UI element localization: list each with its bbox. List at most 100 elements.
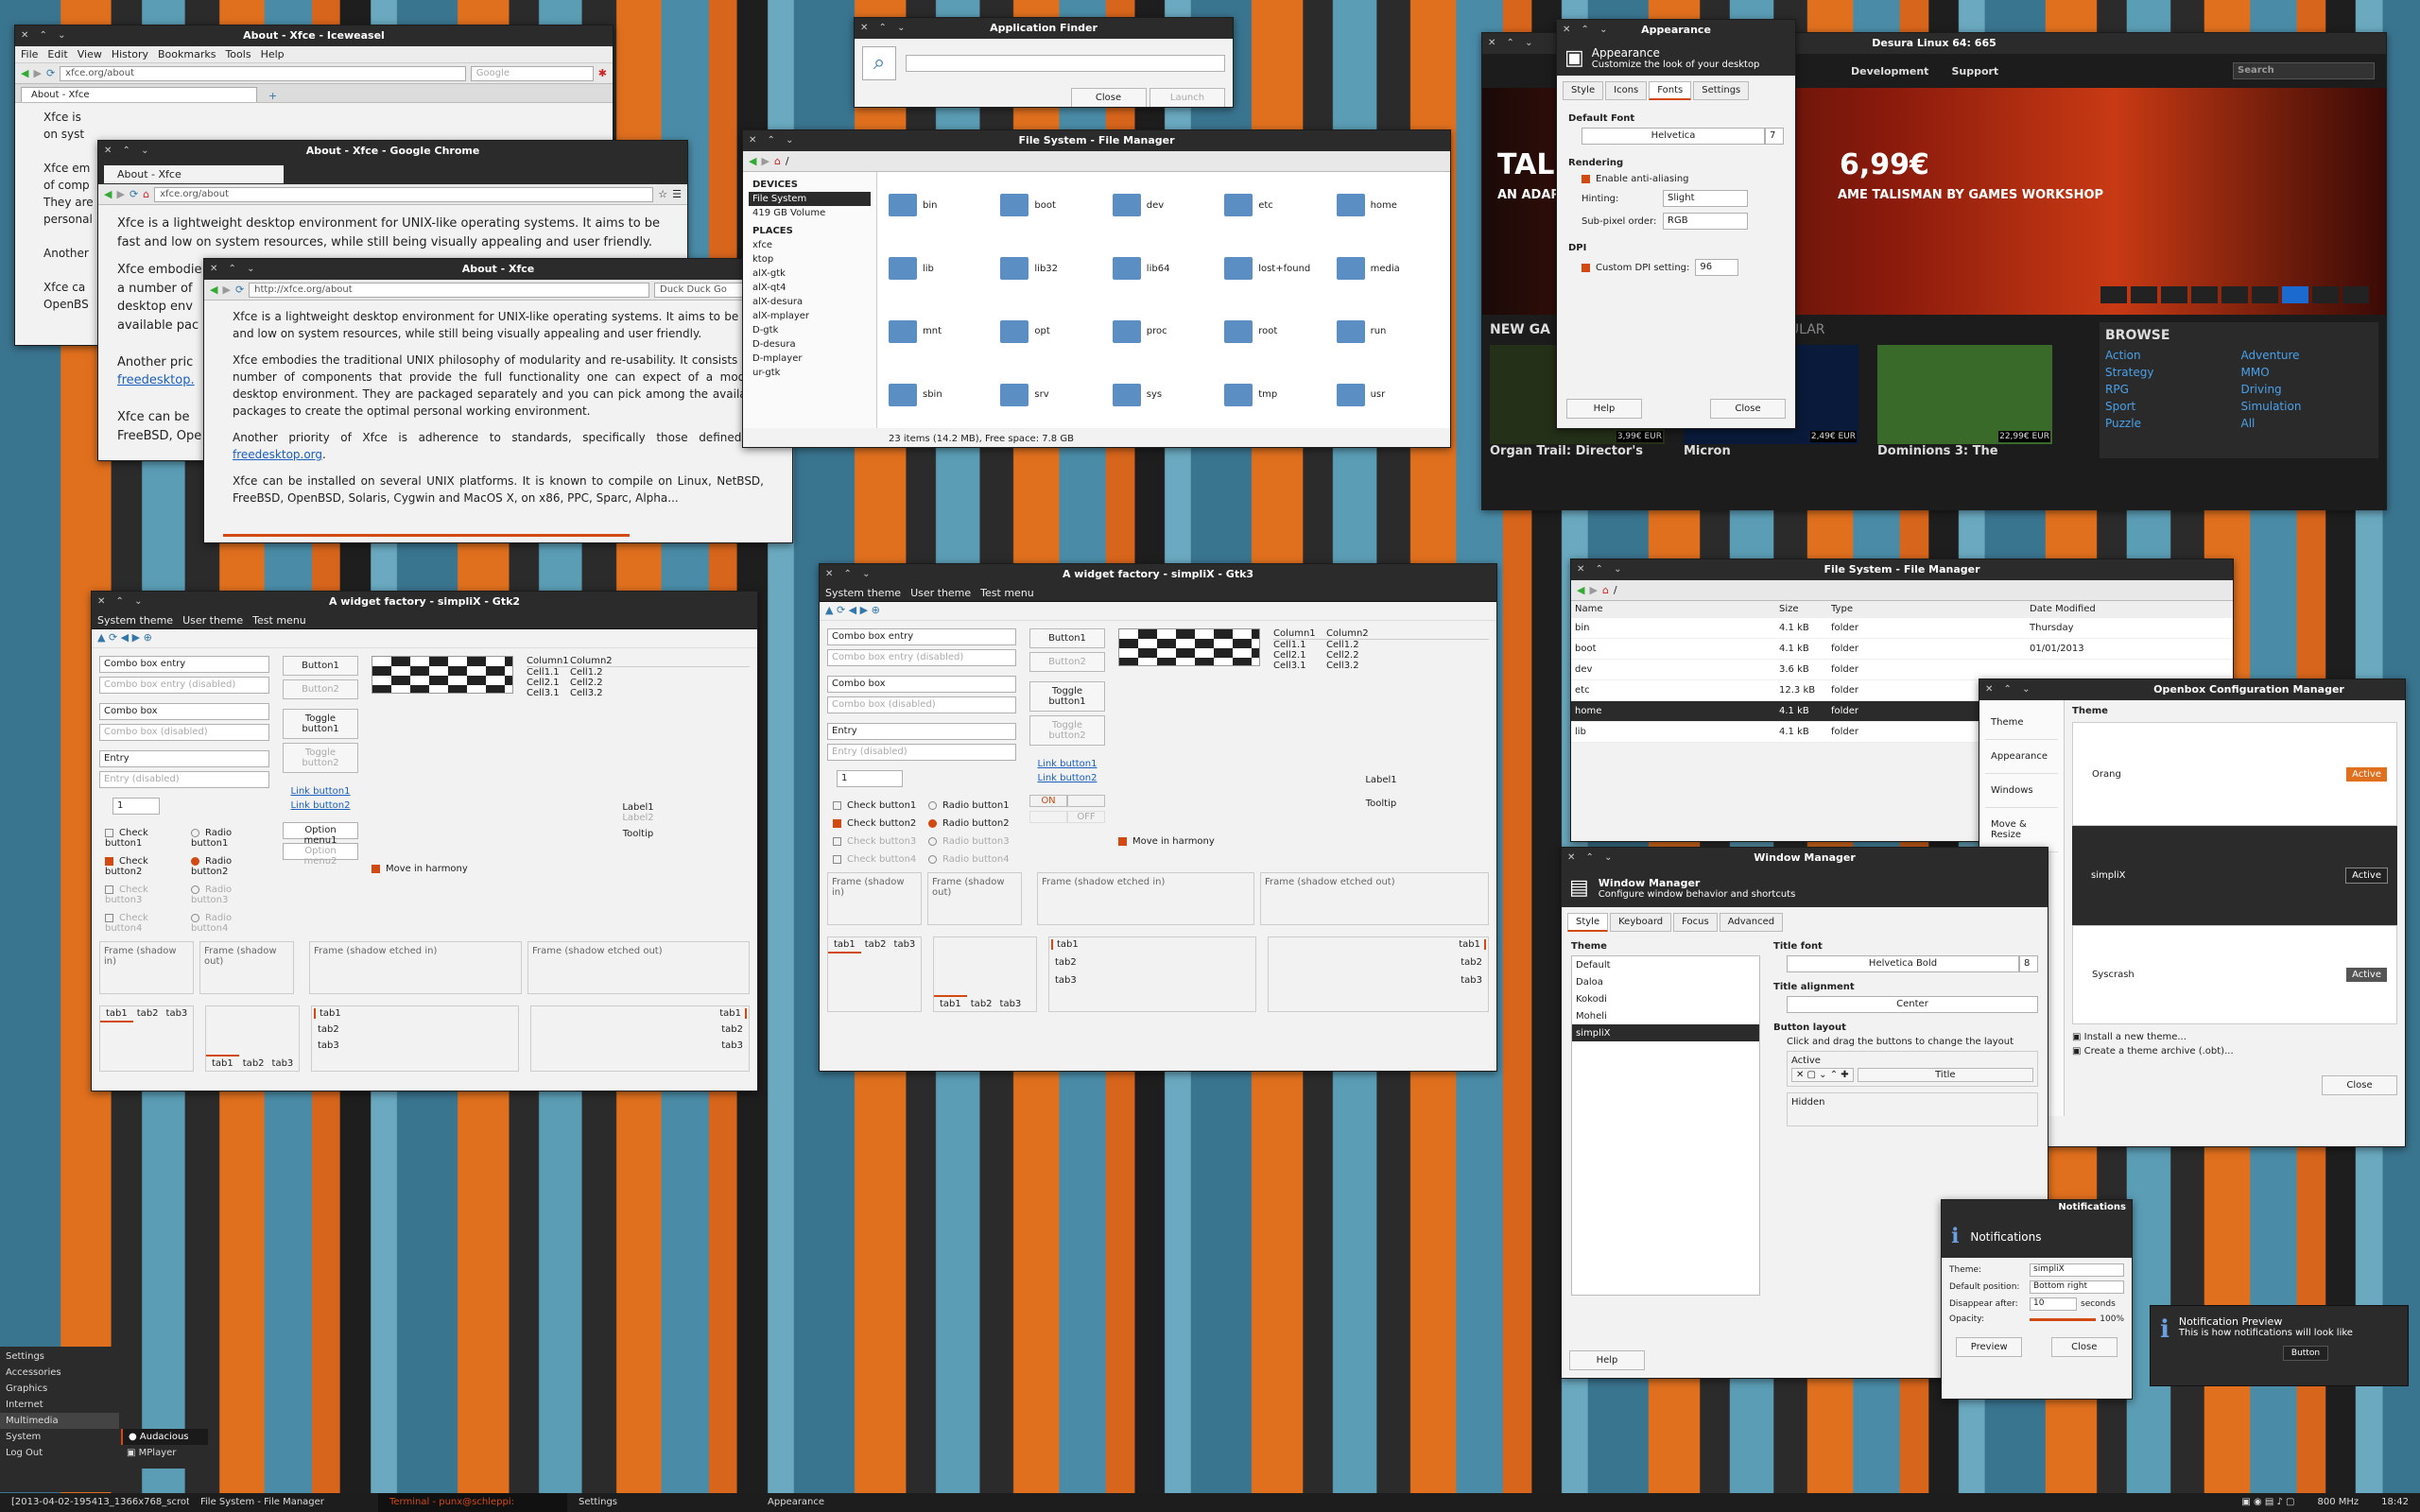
theme-item-selected[interactable]: simpliX (1572, 1024, 1759, 1041)
close-button[interactable]: Close (2050, 1337, 2118, 1357)
sidebar-item[interactable]: xfce (749, 238, 871, 252)
title-font-button[interactable]: Helvetica Bold (1787, 955, 2019, 972)
home-icon[interactable]: ⌂ (1602, 584, 1609, 596)
tab-2[interactable]: tab2 (133, 1006, 163, 1021)
window-controls[interactable]: ✕ ⌃ ⌄ (1488, 33, 1537, 54)
midori-titlebar[interactable]: ✕ ⌃ ⌄ About - Xfce (204, 259, 792, 280)
cell[interactable]: Cell2.2 (1326, 650, 1359, 661)
theme-row[interactable]: Syscrash Active (2072, 925, 2397, 1024)
radio-button-1[interactable]: Radio button1 (191, 828, 269, 849)
harmony-checkbox[interactable] (372, 864, 380, 873)
theme-select[interactable]: simpliX (2030, 1263, 2124, 1277)
menu-user-theme[interactable]: User theme (910, 587, 971, 599)
tab-2[interactable]: tab2 (1461, 957, 1486, 968)
browse-adventure[interactable]: Adventure (2241, 349, 2374, 362)
checkbox[interactable] (833, 818, 841, 828)
addon-icon[interactable]: ✱ (598, 67, 607, 79)
sidebar-item-theme[interactable]: Theme (1985, 706, 2058, 740)
col-name[interactable]: Name (1571, 604, 1779, 614)
cell[interactable]: Cell3.1 (527, 688, 570, 698)
radio[interactable] (191, 856, 199, 866)
tab-3[interactable]: tab3 (1461, 975, 1486, 986)
folder-item[interactable]: media (1336, 247, 1439, 291)
freedesktop-link[interactable]: freedesktop.org (233, 448, 322, 461)
tab-1[interactable]: tab1 (314, 1008, 516, 1019)
menu-item[interactable]: Accessories (0, 1365, 119, 1381)
title-alignment-select[interactable]: Center (1787, 996, 2038, 1013)
tab-3[interactable]: tab3 (314, 1040, 516, 1051)
menu-item[interactable]: Internet (0, 1397, 119, 1413)
hinting-select[interactable]: Slight (1663, 190, 1748, 207)
radio-button-2[interactable]: Radio button2 (928, 818, 1016, 829)
home-icon[interactable]: ⌂ (143, 188, 149, 200)
font-size[interactable]: 7 (1765, 128, 1784, 145)
help-button[interactable]: Help (1569, 1350, 1645, 1370)
folder-item[interactable]: lib64 (1112, 247, 1215, 291)
sidebar-item[interactable]: D-mplayer (749, 352, 871, 366)
column-header[interactable]: Column1 (527, 656, 570, 666)
radio-button-1[interactable]: Radio button1 (928, 800, 1016, 811)
switch-off[interactable] (1067, 795, 1105, 807)
tab-3[interactable]: tab3 (996, 997, 1026, 1011)
folder-item[interactable]: tmp (1224, 372, 1326, 417)
preview-button[interactable]: Preview (1956, 1337, 2023, 1357)
forward-icon[interactable]: ▶ (761, 155, 769, 167)
combo-box[interactable]: Combo box (827, 676, 1016, 693)
folder-item[interactable]: etc (1224, 183, 1326, 228)
desura-search[interactable]: Search (2233, 62, 2375, 79)
cell[interactable]: Cell3.2 (570, 688, 603, 698)
install-theme-button[interactable]: ▣ Install a new theme... (2072, 1032, 2397, 1042)
tab-1[interactable]: tab1 (719, 1008, 747, 1019)
folder-item[interactable]: usr (1336, 372, 1439, 417)
cell[interactable]: Cell3.1 (1273, 661, 1326, 671)
menu-item[interactable]: Graphics (0, 1381, 119, 1397)
nav-support[interactable]: Support (1951, 65, 1998, 77)
combo-box[interactable]: Combo box (99, 703, 269, 720)
tab-1[interactable]: tab1 (206, 1055, 239, 1071)
forward-icon[interactable]: ▶ (33, 67, 41, 79)
url-bar[interactable]: http://xfce.org/about (249, 282, 649, 298)
window-controls[interactable]: ✕ ⌃ ⌄ (1567, 848, 1616, 868)
theme-row-selected[interactable]: simpliX Active (2072, 826, 2397, 925)
back-icon[interactable]: ◀ (21, 67, 28, 79)
column-header[interactable]: Column1 (1273, 628, 1326, 639)
folder-item[interactable]: lib (889, 247, 991, 291)
tab-1[interactable]: tab1 (1459, 939, 1486, 950)
theme-item[interactable]: Daloa (1572, 973, 1759, 990)
dpi-spin[interactable]: 96 (1695, 259, 1739, 276)
subpixel-select[interactable]: RGB (1663, 213, 1748, 230)
tab-1[interactable]: tab1 (1051, 939, 1253, 950)
close-button[interactable]: Close (1070, 88, 1147, 107)
menu-system-theme[interactable]: System theme (97, 614, 173, 627)
tab-fonts[interactable]: Fonts (1649, 81, 1692, 100)
fm2-titlebar[interactable]: ✕ ⌃ ⌄ File System - File Manager (1571, 559, 2233, 580)
window-controls[interactable]: ✕ ⌃ ⌄ (1563, 20, 1612, 41)
entry[interactable]: Entry (827, 723, 1016, 740)
tab-about[interactable]: About - Xfce (21, 87, 257, 102)
radio[interactable] (928, 818, 937, 828)
folder-item[interactable]: lost+found (1224, 247, 1326, 291)
task-appearance[interactable]: Appearance (756, 1493, 945, 1512)
folder-item[interactable]: opt (1000, 310, 1102, 354)
forward-icon[interactable]: ▶ (1589, 584, 1597, 596)
tab-1[interactable]: tab1 (100, 1006, 133, 1022)
harmony-checkbox[interactable] (1118, 836, 1127, 846)
checkbox[interactable] (105, 828, 113, 837)
link-button-2[interactable]: Link button2 (283, 800, 358, 811)
window-controls[interactable]: ✕ ⌃ ⌄ (97, 592, 147, 612)
window-controls[interactable]: ✕ ⌃ ⌄ (1985, 679, 2034, 700)
tab-style[interactable]: Style (1563, 81, 1604, 100)
sidebar-item[interactable]: alX-mplayer (749, 309, 871, 323)
tab-2[interactable]: tab2 (1051, 957, 1253, 968)
tab-1[interactable]: tab1 (934, 995, 967, 1011)
layout-title[interactable]: Title (1857, 1068, 2033, 1082)
menu-user-theme[interactable]: User theme (182, 614, 243, 627)
link-button-1[interactable]: Link button1 (283, 786, 358, 797)
folder-item[interactable]: srv (1000, 372, 1102, 417)
window-controls[interactable]: ✕ ⌃ ⌄ (210, 259, 259, 280)
sidebar-item[interactable]: alX-qt4 (749, 281, 871, 295)
folder-item[interactable]: sys (1112, 372, 1215, 417)
spin-button[interactable]: 1 (837, 770, 903, 787)
chrome-titlebar[interactable]: ✕ ⌃ ⌄ About - Xfce - Google Chrome (98, 141, 687, 162)
reload-icon[interactable]: ⟳ (46, 67, 55, 79)
